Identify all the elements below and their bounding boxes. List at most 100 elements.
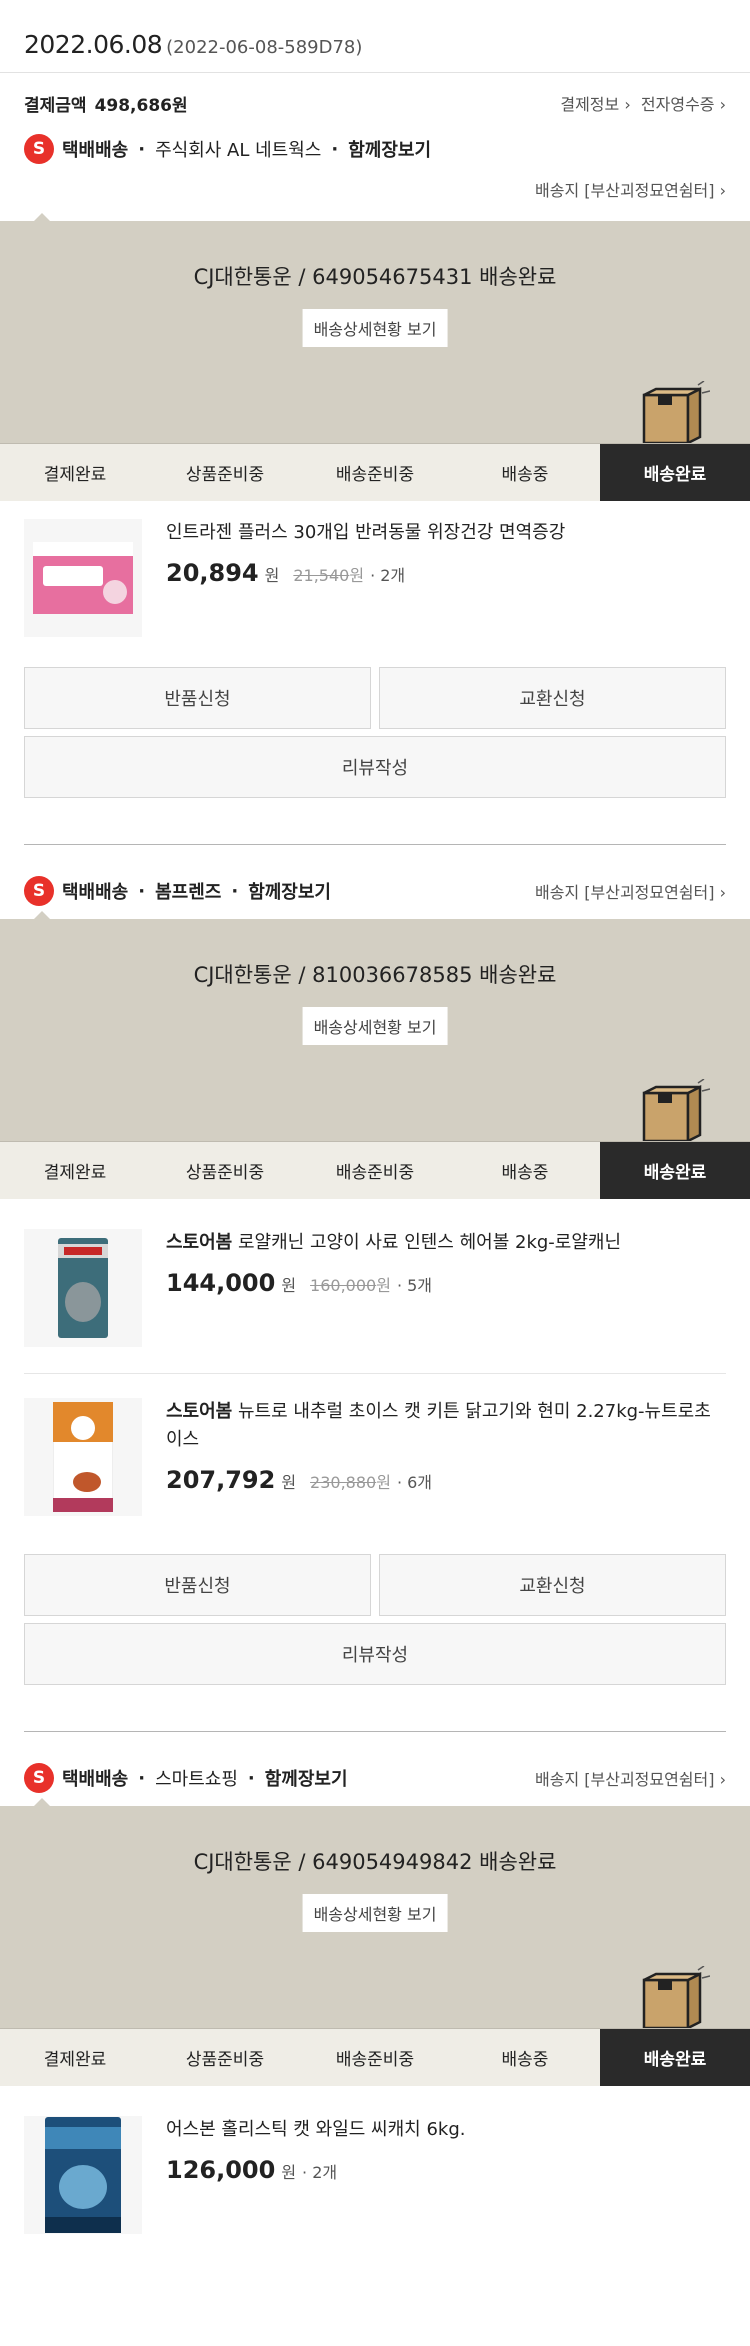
exchange-request-button[interactable]: 교환신청 [379,667,726,729]
payment-total: 결제금액 498,686원 [24,91,188,116]
price-unit: 원 [264,566,280,585]
tracking-status: CJ대한통운 / 810036678585 배송완료 [193,963,557,987]
tracking-detail-button[interactable]: 배송상세현황 보기 [302,1007,448,1045]
price-row: 207,792 원 230,880 원 · 6개 [166,1466,726,1494]
tracking-status: CJ대한통운 / 649054675431 배송완료 [193,265,557,289]
delivery-box-icon [642,1966,710,2028]
product-name[interactable]: 스토어봄 뉴트로 내추럴 초이스 캣 키튼 닭고기와 현미 2.27kg-뉴트로… [166,1398,726,1454]
payment-links: 결제정보 › 전자영수증 › [560,91,726,115]
receipt-link[interactable]: 전자영수증 › [641,95,726,114]
cart-together-link[interactable]: 함께장보기 [348,136,431,162]
order-id: (2022-06-08-589D78) [166,37,363,58]
product-thumbnail[interactable] [24,519,142,637]
product-title: 뉴트로 내추럴 초이스 캣 키튼 닭고기와 현미 2.27kg-뉴트로초이스 [166,1401,711,1450]
step-shipping: 배송중 [501,1163,549,1183]
delivery-box-icon [642,1079,710,1141]
step-preparing-product: 상품준비중 [185,1163,265,1183]
tracking-notch [34,1798,50,1806]
order-item[interactable]: 스토어봄 뉴트로 내추럴 초이스 캣 키튼 닭고기와 현미 2.27kg-뉴트로… [0,1374,750,1554]
separator-dot: · [231,880,239,902]
write-review-button[interactable]: 리뷰작성 [24,1623,726,1685]
product-name[interactable]: 스토어봄 로얄캐닌 고양이 사료 인텐스 헤어볼 2kg-로얄캐닌 [166,1229,726,1257]
product-title: 로얄캐닌 고양이 사료 인텐스 헤어볼 2kg-로얄캐닌 [237,1232,622,1253]
price-unit: 원 [281,2163,297,2182]
step-delivered: 배송완료 [600,1142,750,1199]
delivery-address-link[interactable]: 배송지 [부산괴정묘연쉼터] › [535,879,726,903]
tracking-detail-button[interactable]: 배송상세현황 보기 [302,309,448,347]
step-paid: 결제완료 [43,2050,107,2070]
item-actions: 반품신청 교환신청 리뷰작성 [0,1554,750,1685]
earthborn-bag-image [45,2117,121,2233]
order-item[interactable]: 어스본 홀리스틱 캣 와일드 씨캐치 6kg. 126,000 원 · 2개 [0,2086,750,2254]
product-name[interactable]: 어스본 홀리스틱 캣 와일드 씨캐치 6kg. [166,2116,726,2144]
tracking-detail-button[interactable]: 배송상세현황 보기 [302,1894,448,1932]
exchange-request-button[interactable]: 교환신청 [379,1554,726,1616]
write-review-button[interactable]: 리뷰작성 [24,736,726,798]
original-price: 21,540 [293,566,350,585]
product-info: 인트라젠 플러스 30개입 반려동물 위장건강 면역증강 20,894 원 21… [166,519,726,637]
product-quantity: · 5개 [396,1276,433,1295]
delivery-badge-icon: S [24,876,54,906]
tracking-panel: CJ대한통운 / 649054675431 배송완료 배송상세현황 보기 [0,213,750,443]
store-name: 스토어봄 [166,1401,233,1422]
delivery-steps: 결제완료 상품준비중 배송준비중 배송중 배송완료 [0,2028,750,2086]
product-price: 207,792 [166,1466,276,1494]
order-date: 2022.06.08 [24,30,163,59]
original-price: 230,880 [310,1473,377,1492]
step-preparing-shipping: 배송준비중 [335,1163,415,1183]
return-request-button[interactable]: 반품신청 [24,667,371,729]
delivery-address-link[interactable]: 배송지 [부산괴정묘연쉼터] › [535,1766,726,1790]
order-item[interactable]: 스토어봄 로얄캐닌 고양이 사료 인텐스 헤어볼 2kg-로얄캐닌 144,00… [0,1199,750,1373]
product-thumbnail[interactable] [24,1398,142,1516]
delivery-address-link[interactable]: 배송지 [부산괴정묘연쉼터] › [0,173,750,209]
payment-info-link[interactable]: 결제정보 › [560,95,630,114]
cart-together-link[interactable]: 함께장보기 [265,1765,348,1791]
separator-dot: · [247,1767,255,1789]
product-thumbnail[interactable] [24,2116,142,2234]
product-info: 어스본 홀리스틱 캣 와일드 씨캐치 6kg. 126,000 원 · 2개 [166,2116,726,2234]
section-divider [24,844,726,845]
seller-name[interactable]: 봄프렌즈 [155,878,221,904]
cart-together-link[interactable]: 함께장보기 [248,878,331,904]
seller-name[interactable]: 스마트쇼핑 [155,1765,238,1791]
separator-dot: · [331,138,339,160]
original-price-unit: 원 [376,1473,391,1492]
shipment-seller-row: S 택배배송 · 주식회사 AL 네트웍스 · 함께장보기 [0,133,750,165]
product-quantity: · 2개 [302,2163,338,2182]
product-info: 스토어봄 로얄캐닌 고양이 사료 인텐스 헤어볼 2kg-로얄캐닌 144,00… [166,1229,726,1347]
delivery-method: 택배배송 [62,882,129,903]
delivery-method: 택배배송 [62,1769,129,1790]
step-preparing-shipping: 배송준비중 [335,465,415,485]
separator-dot: · [138,880,146,902]
shipment-seller-row: S 택배배송 · 봄프렌즈 · 함께장보기 배송지 [부산괴정묘연쉼터] › [0,875,750,907]
separator-dot: · [138,138,146,160]
item-actions: 반품신청 교환신청 리뷰작성 [0,667,750,798]
return-request-button[interactable]: 반품신청 [24,1554,371,1616]
tracking-status: CJ대한통운 / 649054949842 배송완료 [193,1850,557,1874]
original-price-unit: 원 [376,1276,391,1295]
step-preparing-product: 상품준비중 [185,2050,265,2070]
seller-name[interactable]: 주식회사 AL 네트웍스 [155,136,321,162]
step-delivered: 배송완료 [600,444,750,501]
delivery-box-icon [642,381,710,443]
product-price: 126,000 [166,2156,276,2184]
product-price: 144,000 [166,1269,276,1297]
step-preparing-shipping: 배송준비중 [335,2050,415,2070]
order-header: 2022.06.08 (2022-06-08-589D78) [0,0,750,72]
original-price: 160,000 [310,1276,377,1295]
product-info: 스토어봄 뉴트로 내추럴 초이스 캣 키튼 닭고기와 현미 2.27kg-뉴트로… [166,1398,726,1516]
step-shipping: 배송중 [501,2050,549,2070]
product-quantity: · 2개 [370,566,406,585]
tracking-panel: CJ대한통운 / 649054949842 배송완료 배송상세현황 보기 [0,1798,750,2028]
step-delivered: 배송완료 [600,2029,750,2086]
section-divider [24,1731,726,1732]
store-name: 스토어봄 [166,1232,233,1253]
order-item[interactable]: 인트라젠 플러스 30개입 반려동물 위장건강 면역증강 20,894 원 21… [0,501,750,667]
delivery-method: 택배배송 [62,140,129,161]
payment-amount: 498,686원 [94,95,188,116]
delivery-steps: 결제완료 상품준비중 배송준비중 배송중 배송완료 [0,443,750,501]
product-thumbnail[interactable] [24,1229,142,1347]
step-paid: 결제완료 [43,465,107,485]
delivery-badge-icon: S [24,134,54,164]
product-name[interactable]: 인트라젠 플러스 30개입 반려동물 위장건강 면역증강 [166,519,726,547]
